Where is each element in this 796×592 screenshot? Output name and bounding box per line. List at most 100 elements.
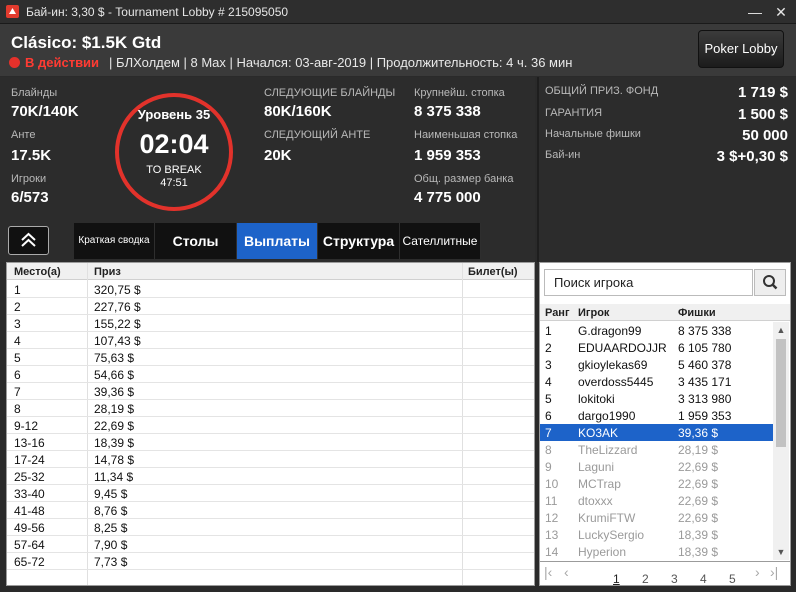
player-name: dargo1990	[578, 409, 636, 423]
tournament-name: Clásico: $1.5K Gtd	[11, 33, 162, 52]
payout-prize: 320,75 $	[94, 283, 141, 297]
payout-row: 7 39,36 $	[7, 383, 534, 400]
minimize-button[interactable]: —	[746, 3, 764, 21]
player-name: TheLizzard	[578, 443, 638, 457]
player-name: Laguni	[578, 460, 615, 474]
buyin-label: Бай-ин	[545, 149, 581, 161]
player-row[interactable]: 8 TheLizzard 28,19 $	[540, 441, 773, 458]
payout-place: 1	[14, 283, 21, 297]
player-chips: 22,69 $	[678, 460, 719, 474]
status-row: В действии | БЛХолдем | 8 Max | Начался: …	[9, 55, 572, 70]
player-row[interactable]: 13 LuckySergio 18,39 $	[540, 526, 773, 543]
player-chips: 5 460 378	[678, 358, 732, 372]
payout-prize: 18,39 $	[94, 436, 135, 450]
search-button[interactable]	[754, 269, 786, 296]
payout-place: 5	[14, 351, 21, 365]
player-row[interactable]: 5 lokitoki 3 313 980	[540, 390, 773, 407]
page-link[interactable]: 2	[642, 572, 649, 586]
tab-summary[interactable]: Краткая сводка	[74, 223, 155, 259]
level-timer: Уровень 35 02:04 TO BREAK 47:51	[115, 93, 233, 211]
player-name: KO3AK	[578, 426, 619, 440]
prev-page-icon[interactable]: ‹	[564, 564, 569, 580]
last-page-icon[interactable]: ›|	[770, 564, 778, 580]
guarantee-label: ГАРАНТИЯ	[545, 107, 603, 119]
payout-place: 4	[14, 334, 21, 348]
payout-place: 9-12	[14, 419, 39, 433]
player-search-input[interactable]	[544, 269, 753, 296]
tab-satellites[interactable]: Сателлитные	[400, 223, 481, 259]
search-icon	[763, 275, 778, 290]
tab-tables[interactable]: Столы	[155, 223, 237, 259]
largest-stack-value: 8 375 338	[414, 103, 481, 120]
scrollbar-thumb[interactable]	[776, 339, 786, 447]
poker-lobby-button[interactable]: Poker Lobby	[698, 30, 784, 68]
player-row[interactable]: 1 G.dragon99 8 375 338	[540, 322, 773, 339]
close-button[interactable]: ✕	[772, 3, 790, 21]
player-row[interactable]: 12 KrumiFTW 22,69 $	[540, 509, 773, 526]
payout-place: 3	[14, 317, 21, 331]
payout-row: 9-12 22,69 $	[7, 417, 534, 434]
ante-label: Анте	[11, 129, 36, 141]
payout-row: 8 28,19 $	[7, 400, 534, 417]
payout-row: 57-64 7,90 $	[7, 536, 534, 553]
tab-payouts[interactable]: Выплаты	[237, 223, 318, 259]
payout-place: 49-56	[14, 521, 45, 535]
payout-row: 17-24 14,78 $	[7, 451, 534, 468]
player-row[interactable]: 14 Hyperion 18,39 $	[540, 543, 773, 560]
guarantee-value: 1 500 $	[737, 106, 788, 123]
collapse-button[interactable]	[8, 226, 49, 255]
first-page-icon[interactable]: |‹	[544, 564, 552, 580]
prize-pool-label: ОБЩИЙ ПРИЗ. ФОНД	[545, 85, 659, 97]
next-ante-value: 20K	[264, 147, 292, 164]
scroll-up-icon[interactable]: ▲	[773, 322, 789, 338]
player-row[interactable]: 3 gkioylekas69 5 460 378	[540, 356, 773, 373]
player-rank: 9	[545, 460, 552, 474]
payout-prize: 75,63 $	[94, 351, 135, 365]
payout-row: 6 54,66 $	[7, 366, 534, 383]
player-chips: 8 375 338	[678, 324, 732, 338]
payout-prize: 9,45 $	[94, 487, 128, 501]
player-row[interactable]: 7 KO3AK 39,36 $	[540, 424, 773, 441]
payout-row: 4 107,43 $	[7, 332, 534, 349]
scroll-down-icon[interactable]: ▼	[773, 544, 789, 560]
player-name: KrumiFTW	[578, 511, 636, 525]
player-name: overdoss5445	[578, 375, 654, 389]
page-link[interactable]: 3	[671, 572, 678, 586]
page-link[interactable]: 1	[613, 572, 620, 586]
player-row[interactable]: 6 dargo1990 1 959 353	[540, 407, 773, 424]
page-link[interactable]: 4	[700, 572, 707, 586]
player-row[interactable]: 9 Laguni 22,69 $	[540, 458, 773, 475]
player-rank: 6	[545, 409, 552, 423]
level-clock: 02:04	[139, 129, 209, 159]
player-rank: 4	[545, 375, 552, 389]
payout-place: 8	[14, 402, 21, 416]
player-rank: 3	[545, 358, 552, 372]
player-row[interactable]: 2 EDUAARDOJJR 6 105 780	[540, 339, 773, 356]
player-chips: 22,69 $	[678, 494, 719, 508]
page-link[interactable]: 5	[729, 572, 736, 586]
player-rank: 7	[545, 426, 552, 440]
tab-structure[interactable]: Структура	[318, 223, 400, 259]
next-blinds-value: 80K/160K	[264, 103, 332, 120]
place-column-header: Место(а)	[14, 266, 61, 278]
player-chips: 1 959 353	[678, 409, 732, 423]
payout-row: 65-72 7,73 $	[7, 553, 534, 570]
total-bank-value: 4 775 000	[414, 189, 481, 206]
payout-prize: 14,78 $	[94, 453, 135, 467]
next-page-icon[interactable]: ›	[755, 564, 760, 580]
tournament-header: Clásico: $1.5K Gtd В действии | БЛХолдем …	[0, 24, 796, 76]
player-rank: 11	[545, 494, 558, 508]
payout-place: 17-24	[14, 453, 45, 467]
payout-row: 25-32 11,34 $	[7, 468, 534, 485]
player-row[interactable]: 4 overdoss5445 3 435 171	[540, 373, 773, 390]
player-rank: 13	[545, 528, 559, 542]
player-row[interactable]: 11 dtoxxx 22,69 $	[540, 492, 773, 509]
next-blinds-label: СЛЕДУЮЩИЕ БЛАЙНДЫ	[264, 87, 396, 99]
prize-column-header: Приз	[94, 266, 121, 278]
players-label: Игроки	[11, 173, 47, 185]
player-row[interactable]: 10 MCTrap 22,69 $	[540, 475, 773, 492]
payout-prize: 8,25 $	[94, 521, 128, 535]
player-name: gkioylekas69	[578, 358, 648, 372]
players-scrollbar[interactable]: ▲ ▼	[773, 322, 789, 560]
level-label: Уровень 35	[137, 107, 211, 122]
